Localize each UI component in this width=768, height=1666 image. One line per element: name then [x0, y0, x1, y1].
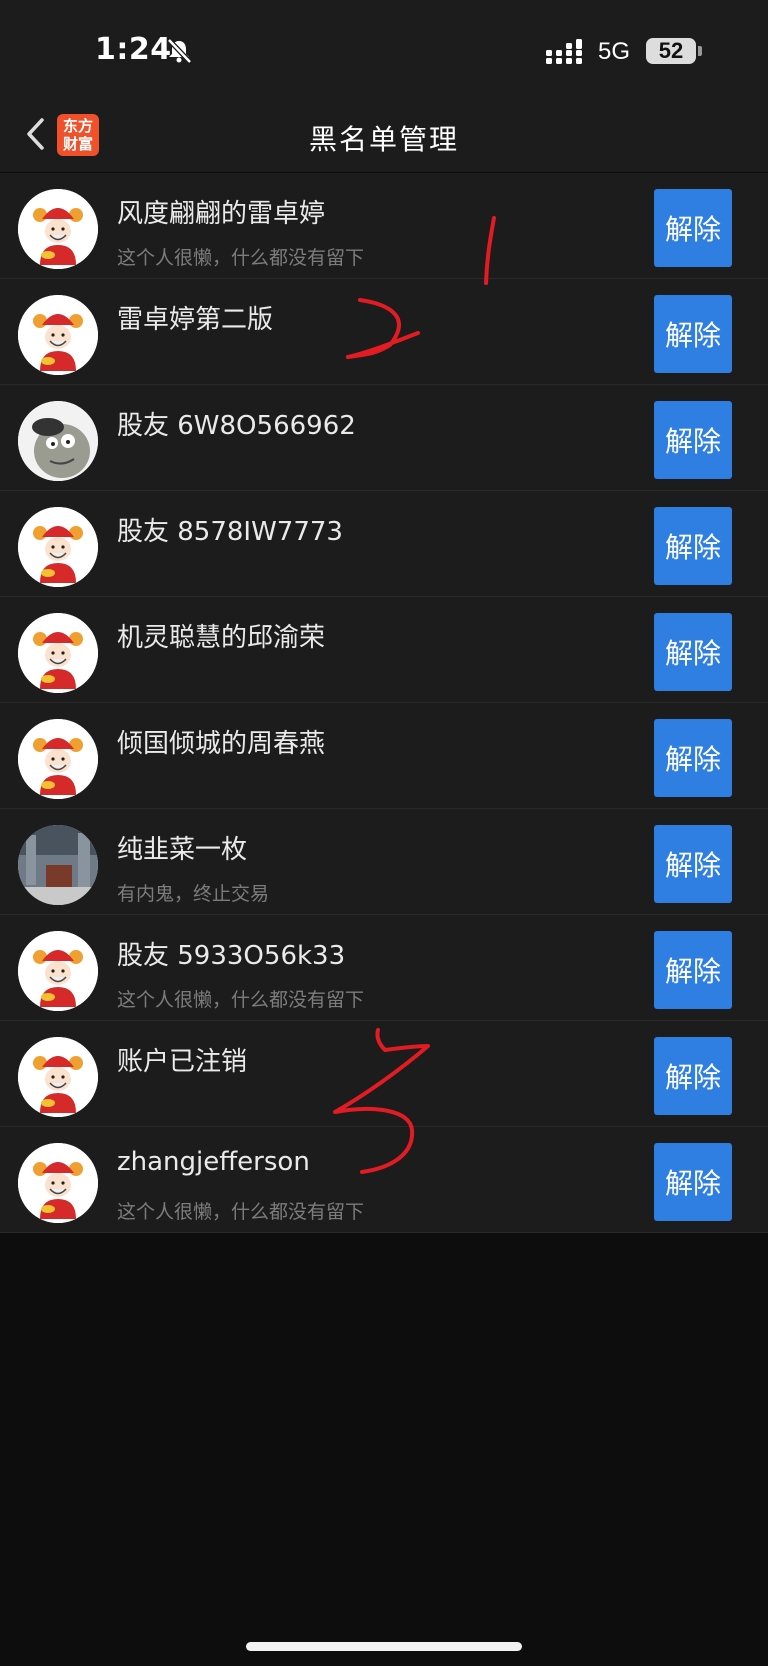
unblock-button[interactable]: 解除	[654, 931, 732, 1009]
list-item-3: 股友 6W8O566962 解除	[0, 385, 768, 491]
unblock-button[interactable]: 解除	[654, 825, 732, 903]
god-of-wealth-avatar	[18, 1037, 98, 1117]
user-name: 账户已注销	[117, 1047, 248, 1077]
photo-avatar	[18, 825, 98, 905]
god-of-wealth-avatar	[18, 931, 98, 1011]
user-name: 股友 6W8O566962	[117, 411, 356, 441]
list-item-2: 雷卓婷第二版 解除	[0, 279, 768, 385]
user-bio: 这个人很懒，什么都没有留下	[117, 989, 365, 1011]
list-item-9: 账户已注销 解除	[0, 1021, 768, 1127]
cellular-signal-icon	[546, 39, 582, 64]
unblock-button[interactable]: 解除	[654, 613, 732, 691]
unblock-button[interactable]: 解除	[654, 1037, 732, 1115]
god-of-wealth-avatar	[18, 613, 98, 693]
unblock-button[interactable]: 解除	[654, 401, 732, 479]
battery-icon: 52	[646, 38, 696, 64]
user-name: 风度翩翩的雷卓婷	[117, 199, 326, 229]
god-of-wealth-avatar	[18, 719, 98, 799]
god-of-wealth-avatar	[18, 1143, 98, 1223]
unblock-button[interactable]: 解除	[654, 1143, 732, 1221]
user-bio: 这个人很懒，什么都没有留下	[117, 1201, 365, 1223]
user-name: 股友 8578IW7773	[117, 517, 343, 547]
list-item-10: zhangjefferson 这个人很懒，什么都没有留下 解除	[0, 1127, 768, 1233]
god-of-wealth-avatar	[18, 295, 98, 375]
god-of-wealth-avatar	[18, 507, 98, 587]
list-item-4: 股友 8578IW7773 解除	[0, 491, 768, 597]
user-name: 机灵聪慧的邱渝荣	[117, 623, 326, 653]
zombie-avatar	[18, 401, 98, 481]
user-name: 雷卓婷第二版	[117, 305, 274, 335]
list-item-5: 机灵聪慧的邱渝荣 解除	[0, 597, 768, 703]
user-name: 倾国倾城的周春燕	[117, 729, 326, 759]
status-bar: 1:24 5G 52	[0, 0, 768, 100]
user-name: 纯韭菜一枚	[117, 835, 248, 865]
list-item-1: 风度翩翩的雷卓婷 这个人很懒，什么都没有留下 解除	[0, 173, 768, 279]
network-type: 5G	[598, 38, 631, 65]
user-name: 股友 5933O56k33	[117, 941, 346, 971]
unblock-button[interactable]: 解除	[654, 295, 732, 373]
unblock-button[interactable]: 解除	[654, 507, 732, 585]
status-time: 1:24	[95, 32, 172, 67]
battery-tip	[698, 46, 702, 56]
unblock-button[interactable]: 解除	[654, 719, 732, 797]
user-bio: 有内鬼，终止交易	[117, 883, 270, 905]
list-item-7: 纯韭菜一枚 有内鬼，终止交易 解除	[0, 809, 768, 915]
user-bio: 这个人很懒，什么都没有留下	[117, 247, 365, 269]
home-indicator[interactable]	[246, 1642, 522, 1651]
blacklist: 风度翩翩的雷卓婷 这个人很懒，什么都没有留下 解除 雷卓婷第二版 解除 股友 6…	[0, 173, 768, 1233]
list-item-6: 倾国倾城的周春燕 解除	[0, 703, 768, 809]
page-title: 黑名单管理	[308, 123, 459, 156]
bell-muted-icon	[167, 38, 192, 64]
god-of-wealth-avatar	[18, 189, 98, 269]
unblock-button[interactable]: 解除	[654, 189, 732, 267]
list-item-8: 股友 5933O56k33 这个人很懒，什么都没有留下 解除	[0, 915, 768, 1021]
user-name: zhangjefferson	[117, 1147, 310, 1177]
